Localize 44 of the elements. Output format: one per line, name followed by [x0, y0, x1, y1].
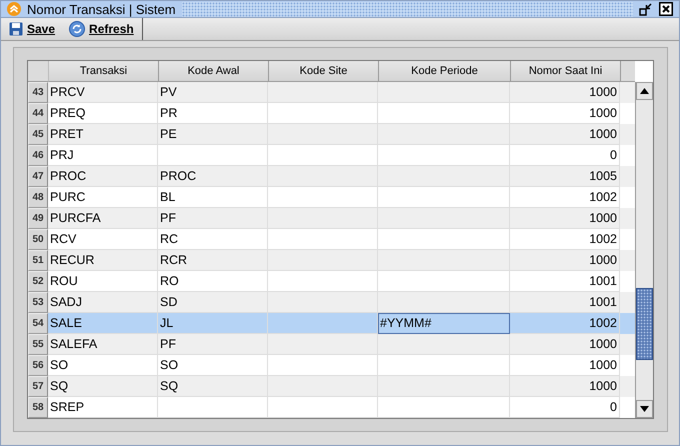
scrollbar-thumb[interactable]: [636, 288, 653, 360]
table-row[interactable]: 47 PROC PROC 1005: [28, 166, 635, 187]
row-number: 45: [28, 124, 48, 145]
row-number: 46: [28, 145, 48, 166]
table-row[interactable]: 57 SQ SQ 1000: [28, 376, 635, 397]
table-cell: 0: [510, 397, 620, 418]
column-header[interactable]: Kode Site: [269, 61, 379, 82]
row-number: 58: [28, 397, 48, 418]
table-row[interactable]: 55 SALEFA PF 1000: [28, 334, 635, 355]
row-number: 44: [28, 103, 48, 124]
table-cell: #YYMM#: [378, 313, 510, 334]
row-number: 53: [28, 292, 48, 313]
table-row[interactable]: 53 SADJ SD 1001: [28, 292, 635, 313]
scrollbar[interactable]: [635, 82, 653, 418]
row-number: 49: [28, 208, 48, 229]
table-row[interactable]: 49 PURCFA PF 1000: [28, 208, 635, 229]
table-row[interactable]: 54 SALE JL #YYMM# 1002: [28, 313, 635, 334]
row-number: 54: [28, 313, 48, 334]
row-number: 47: [28, 166, 48, 187]
row-number: 56: [28, 355, 48, 376]
row-number: 57: [28, 376, 48, 397]
refresh-icon: [69, 21, 86, 37]
table-row[interactable]: 45 PRET PE 1000: [28, 124, 635, 145]
row-number: 55: [28, 334, 48, 355]
app-logo-icon: [7, 2, 21, 16]
save-button[interactable]: Save: [5, 20, 60, 38]
table-cell: SREP: [48, 397, 158, 418]
window-title: Nomor Transaksi | Sistem: [27, 2, 176, 16]
down-arrow-icon[interactable]: [640, 406, 649, 412]
close-icon[interactable]: [659, 2, 673, 16]
column-header[interactable]: Kode Periode: [379, 61, 511, 82]
row-number: 43: [28, 82, 48, 103]
refresh-button[interactable]: Refresh: [65, 19, 138, 39]
column-header[interactable]: Nomor Saat Ini: [511, 61, 621, 82]
column-header[interactable]: Kode Awal: [159, 61, 269, 82]
table-row[interactable]: 43 PRCV PV 1000: [28, 82, 635, 103]
restore-icon[interactable]: [639, 2, 653, 16]
up-arrow-icon[interactable]: [640, 88, 649, 94]
row-number: 51: [28, 250, 48, 271]
table-row[interactable]: 51 RECUR RCR 1000: [28, 250, 635, 271]
column-header[interactable]: Transaksi: [49, 61, 159, 82]
row-number: 50: [28, 229, 48, 250]
row-number: 48: [28, 187, 48, 208]
row-number: 52: [28, 271, 48, 292]
